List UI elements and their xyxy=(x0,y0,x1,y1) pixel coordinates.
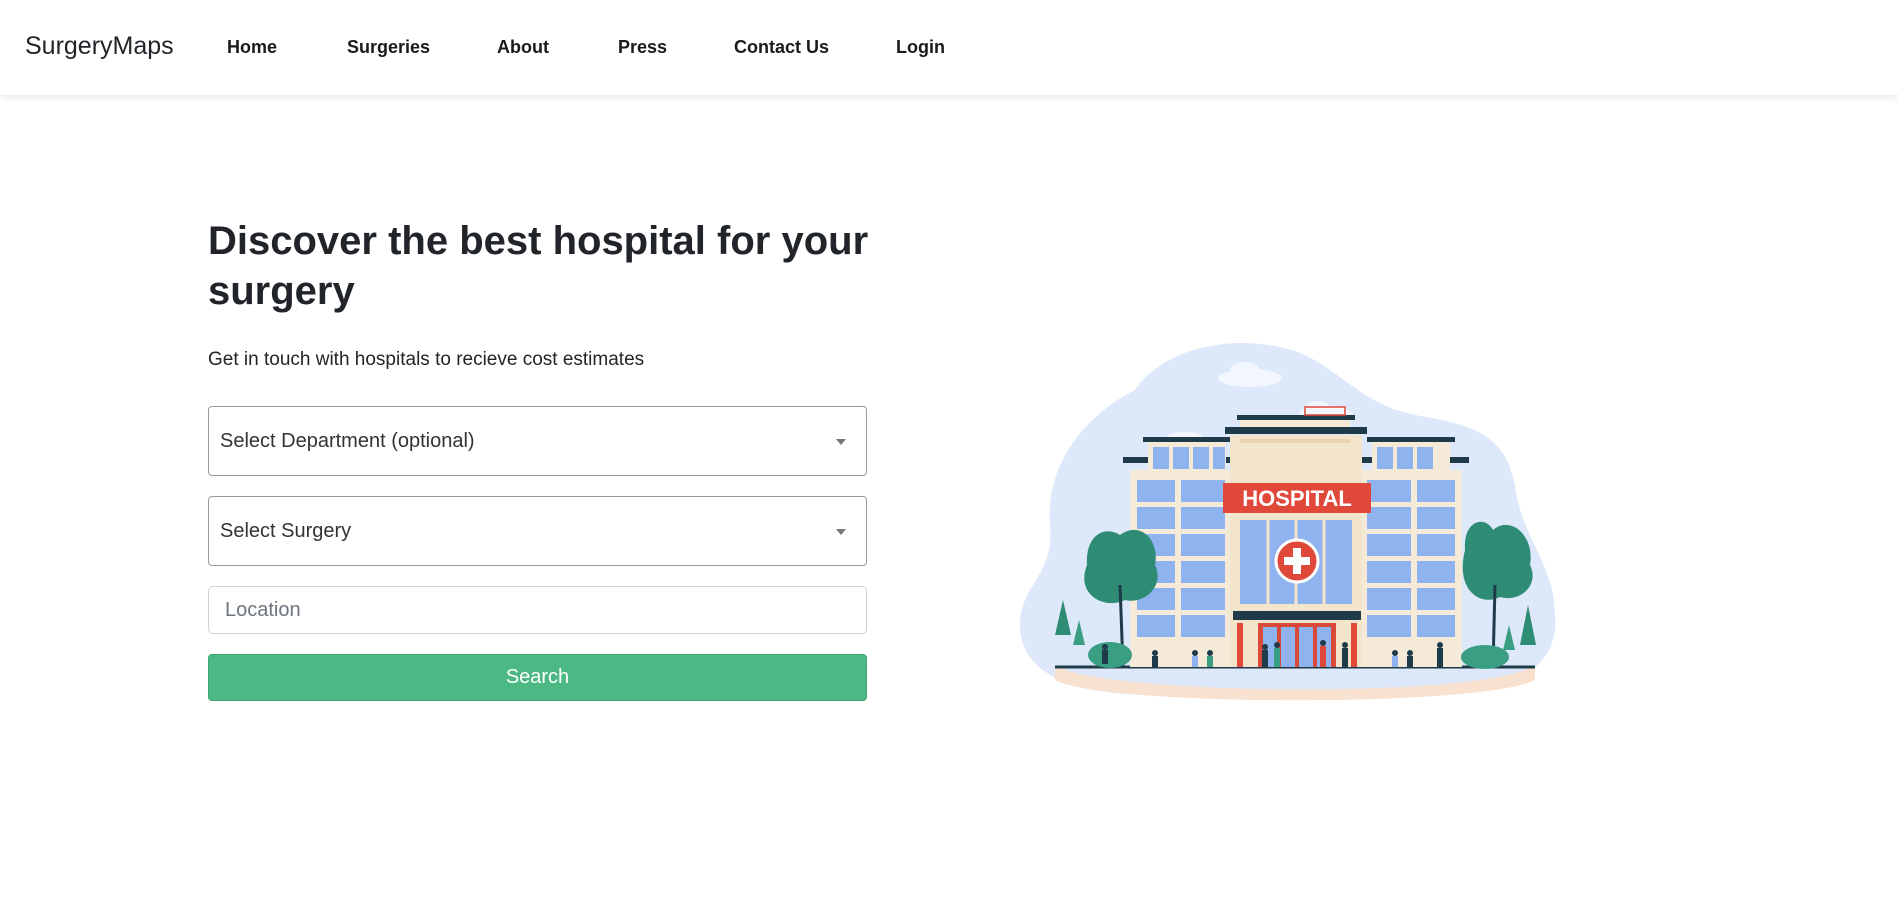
hospital-sign-text: HOSPITAL xyxy=(1242,486,1352,511)
nav-link-login[interactable]: Login xyxy=(896,37,945,58)
nav-link-home[interactable]: Home xyxy=(227,37,277,58)
department-select[interactable]: Select Department (optional) xyxy=(208,406,867,476)
top-navbar: SurgeryMaps Home Surgeries About Press C… xyxy=(0,0,1898,96)
hospital-building-illustration: HOSPITAL xyxy=(1020,342,1556,701)
department-select-label: Select Department (optional) xyxy=(220,430,475,452)
nav-link-surgeries[interactable]: Surgeries xyxy=(347,37,430,58)
hero-title: Discover the best hospital for your surg… xyxy=(208,219,869,313)
location-input[interactable] xyxy=(208,586,867,634)
nav-link-contact-us[interactable]: Contact Us xyxy=(734,37,829,58)
search-button[interactable]: Search xyxy=(208,654,867,701)
nav-link-about[interactable]: About xyxy=(497,37,549,58)
hero-subtitle: Get in touch with hospitals to recieve c… xyxy=(208,349,645,370)
brand-logo-link[interactable]: SurgeryMaps xyxy=(25,32,174,61)
nav-link-press[interactable]: Press xyxy=(618,37,667,58)
chevron-down-icon xyxy=(836,439,846,445)
surgery-select-label: Select Surgery xyxy=(220,520,352,542)
chevron-down-icon xyxy=(836,529,846,535)
surgery-select[interactable]: Select Surgery xyxy=(208,496,867,566)
